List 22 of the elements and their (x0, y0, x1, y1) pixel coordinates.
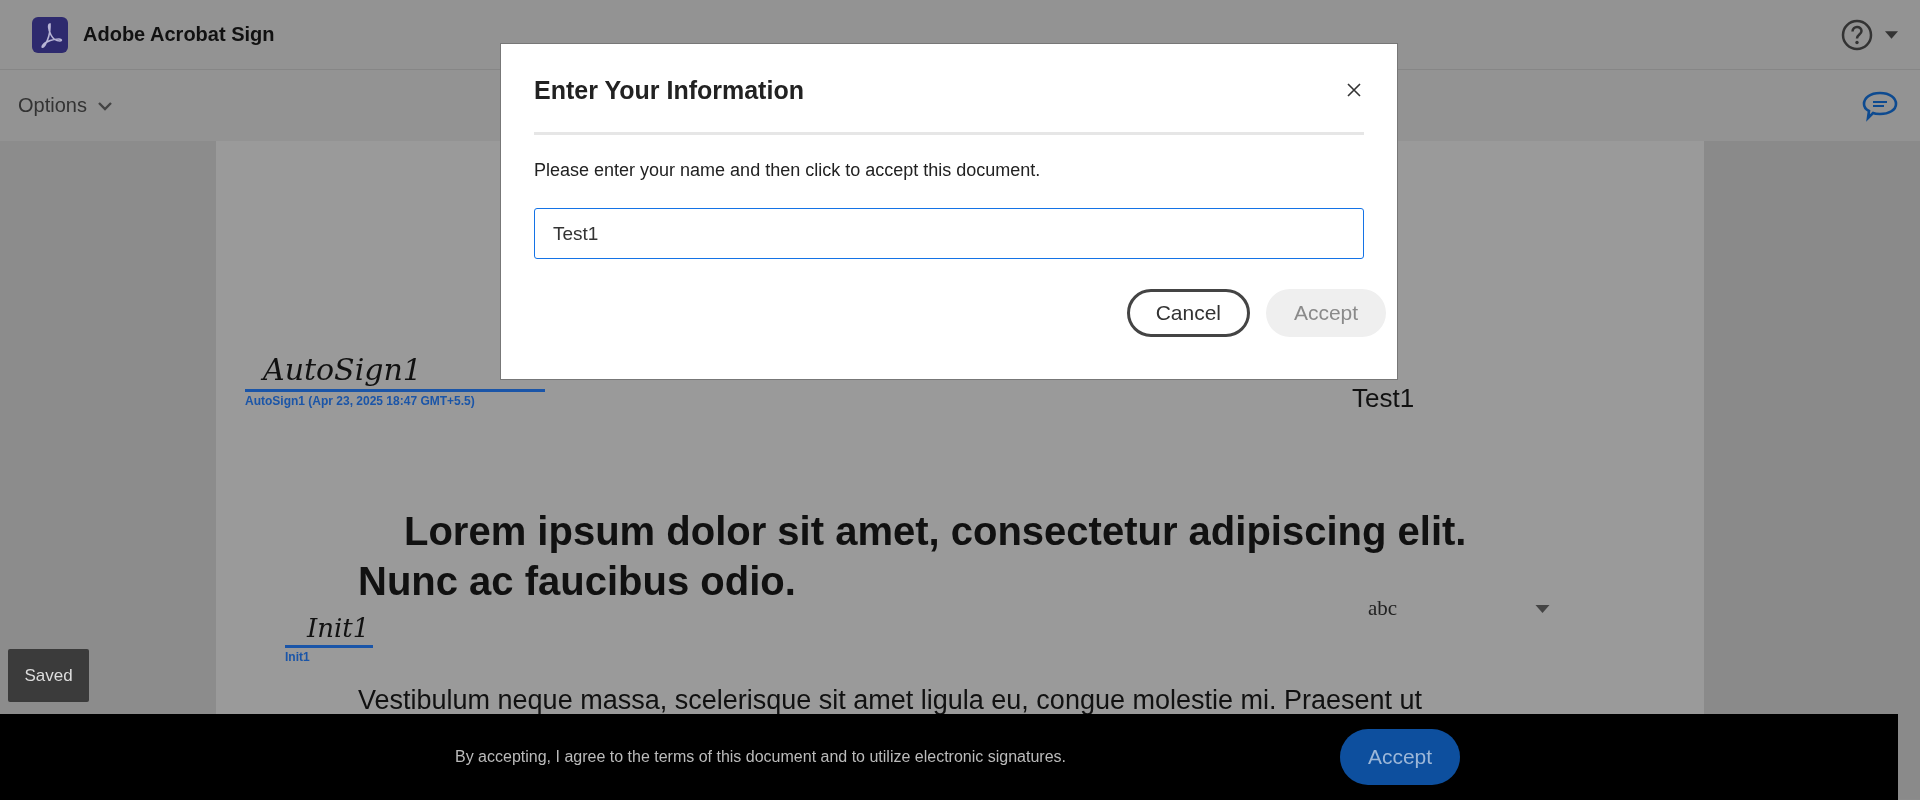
document-paragraph: Vestibulum neque massa, scelerisque sit amet ligula eu, congue molestie mi. Praesent ut (358, 685, 1424, 716)
initials-caption: Init1 (285, 650, 311, 664)
accept-button[interactable]: Accept (1340, 729, 1460, 785)
logo-icon (32, 16, 68, 53)
options-menu[interactable]: Options (18, 94, 113, 117)
close-icon[interactable] (1346, 82, 1362, 98)
name-input[interactable]: Test1 (534, 208, 1364, 259)
signature-caption: AutoSign1 (Apr 23, 2025 18:47 GMT+5.5) (245, 394, 476, 408)
dialog-message: Please enter your name and then click to accept this document. (534, 160, 1042, 181)
initials-field[interactable]: Init1 (285, 611, 373, 648)
saved-toast: Saved (8, 649, 89, 702)
caret-icon[interactable] (1535, 604, 1550, 613)
footer-message: By accepting, I agree to the terms of this document and to utilize electronic signatures. (455, 748, 1066, 766)
name-text: Test1 (1352, 383, 1415, 414)
dialog-title: Enter Your Information (534, 75, 804, 105)
caret-icon[interactable] (1885, 30, 1898, 39)
cancel-button[interactable]: Cancel (1126, 289, 1250, 337)
app-title: Adobe Acrobat Sign (83, 23, 275, 46)
help-icon[interactable] (1841, 18, 1873, 51)
chevron-icon (96, 100, 113, 111)
dropdown-field[interactable]: abc (1368, 596, 1550, 621)
comment-icon[interactable] (1862, 89, 1898, 122)
